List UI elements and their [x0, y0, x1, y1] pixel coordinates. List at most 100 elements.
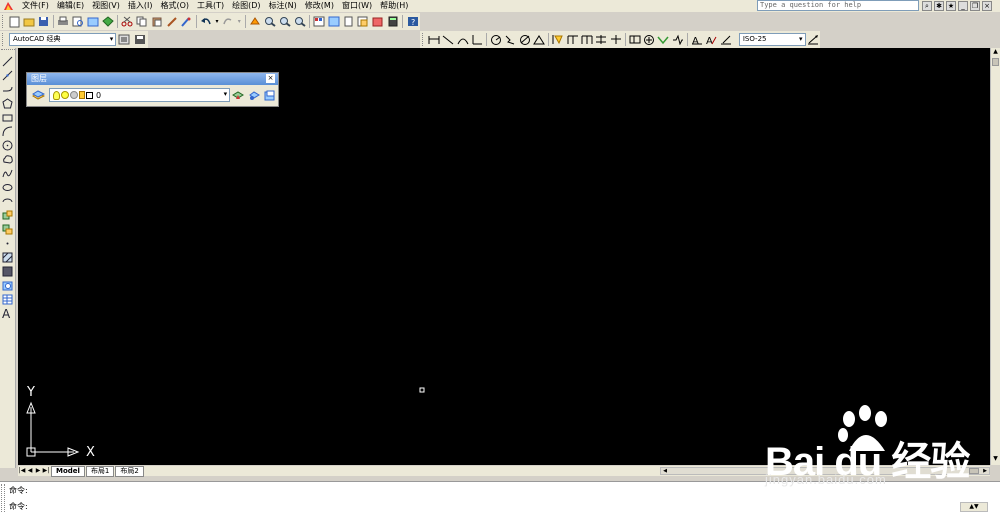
table-icon[interactable] [1, 293, 15, 305]
layer-color-swatch[interactable] [85, 91, 93, 99]
scroll-up-icon[interactable]: ▲ [991, 48, 1000, 58]
layer-thaw-icon[interactable] [60, 91, 69, 99]
dim-update-icon[interactable] [720, 33, 732, 47]
scroll-thumb[interactable] [992, 58, 999, 66]
angular-dim-icon[interactable] [533, 33, 545, 47]
minimize-icon[interactable]: _ [958, 1, 968, 11]
circle-icon[interactable] [1, 139, 15, 151]
aligned-dim-icon[interactable] [442, 33, 454, 47]
help-icon[interactable]: ? [406, 15, 419, 29]
hatch-icon[interactable] [1, 251, 15, 263]
workspace-select[interactable]: AutoCAD 经典 ▾ [8, 33, 117, 46]
dimstyle-select[interactable]: ISO-25 ▾ [738, 33, 806, 46]
layer-manager-icon[interactable] [32, 88, 46, 102]
menu-edit[interactable]: 编辑(E) [53, 0, 88, 12]
undo-icon[interactable] [200, 15, 213, 29]
menu-tools[interactable]: 工具(T) [193, 0, 228, 12]
menu-insert[interactable]: 插入(I) [124, 0, 157, 12]
revision-cloud-icon[interactable] [1, 153, 15, 165]
tab-model[interactable]: Model [51, 465, 85, 477]
save-icon[interactable] [37, 15, 50, 29]
search-icon[interactable]: ⌕ [922, 1, 932, 11]
design-center-icon[interactable] [328, 15, 341, 29]
tolerance-icon[interactable] [629, 33, 641, 47]
arc-length-icon[interactable] [456, 33, 469, 47]
region-icon[interactable] [1, 279, 15, 291]
scroll-left-icon[interactable]: ◀ [661, 468, 669, 474]
pan-realtime-icon[interactable] [249, 15, 262, 29]
tool-palettes-icon[interactable] [342, 15, 355, 29]
toolbar-grip[interactable] [0, 49, 15, 53]
multiline-text-icon[interactable]: A [1, 307, 15, 319]
print-icon[interactable] [57, 15, 70, 29]
copy-icon[interactable] [136, 15, 149, 29]
calculator-icon[interactable] [387, 15, 400, 29]
menu-dimension[interactable]: 标注(N) [265, 0, 301, 12]
layer-viewport-icon[interactable] [69, 91, 78, 99]
toolbar-grip[interactable] [2, 15, 5, 28]
layer-on-icon[interactable] [52, 90, 60, 100]
baseline-dim-icon[interactable] [566, 33, 578, 47]
arc-icon[interactable] [1, 125, 15, 137]
dim-text-edit-icon[interactable]: A [705, 33, 717, 47]
layer-states-icon[interactable] [263, 88, 277, 102]
zoom-window-icon[interactable] [278, 15, 291, 29]
linear-dim-icon[interactable] [428, 33, 440, 47]
line-icon[interactable] [1, 55, 15, 67]
communication-icon[interactable]: ✱ [934, 1, 944, 11]
tab-prev-icon[interactable]: ◀ [26, 467, 34, 475]
dim-edit-icon[interactable]: A [691, 33, 703, 47]
zoom-previous-icon[interactable] [293, 15, 306, 29]
autocad-logo-icon[interactable] [2, 1, 14, 12]
menu-draw[interactable]: 绘图(D) [228, 0, 264, 12]
spline-icon[interactable] [1, 167, 15, 179]
properties-icon[interactable] [313, 15, 326, 29]
workspace-settings-icon[interactable] [117, 33, 131, 47]
dim-break-icon[interactable] [609, 33, 621, 47]
menu-window[interactable]: 窗口(W) [338, 0, 376, 12]
rectangle-icon[interactable] [1, 111, 15, 123]
menu-file[interactable]: 文件(F) [18, 0, 53, 12]
close-icon[interactable]: × [266, 74, 275, 83]
block-editor-icon[interactable] [180, 15, 193, 29]
dimstyle-manager-icon[interactable] [807, 33, 819, 47]
redo-dropdown-icon[interactable]: ▾ [237, 15, 242, 29]
center-mark-icon[interactable] [643, 33, 655, 47]
menu-view[interactable]: 视图(V) [88, 0, 124, 12]
polygon-icon[interactable] [1, 97, 15, 109]
undo-dropdown-icon[interactable]: ▾ [214, 15, 219, 29]
cut-icon[interactable] [121, 15, 134, 29]
tab-next-icon[interactable]: ▶ [34, 467, 42, 475]
inspect-icon[interactable] [657, 33, 670, 47]
redo-icon[interactable] [222, 15, 235, 29]
dim-space-icon[interactable] [595, 33, 607, 47]
ordinate-dim-icon[interactable] [471, 33, 483, 47]
tab-first-icon[interactable]: |◀ [18, 467, 26, 475]
construction-line-icon[interactable] [1, 69, 15, 81]
paste-icon[interactable] [150, 15, 163, 29]
command-window-grip[interactable] [1, 484, 5, 512]
jogged-linear-icon[interactable] [672, 33, 684, 47]
open-folder-icon[interactable] [23, 15, 36, 29]
insert-block-icon[interactable] [1, 209, 15, 221]
layer-select[interactable]: 0 ▾ [48, 88, 231, 102]
toolbar-grip[interactable] [2, 33, 5, 46]
gradient-icon[interactable] [1, 265, 15, 277]
plot-preview-icon[interactable] [72, 15, 85, 29]
workspace-save-icon[interactable] [133, 33, 147, 47]
ellipse-arc-icon[interactable] [1, 195, 15, 207]
layer-unlock-icon[interactable] [78, 91, 85, 99]
jogged-dim-icon[interactable] [504, 33, 516, 47]
markup-set-icon[interactable] [372, 15, 385, 29]
polyline-icon[interactable] [1, 83, 15, 95]
make-block-icon[interactable] [1, 223, 15, 235]
zoom-realtime-icon[interactable] [264, 15, 277, 29]
diameter-dim-icon[interactable] [519, 33, 531, 47]
menu-format[interactable]: 格式(O) [156, 0, 193, 12]
match-properties-icon[interactable] [165, 15, 178, 29]
sheet-set-icon[interactable] [357, 15, 370, 29]
continue-dim-icon[interactable] [581, 33, 593, 47]
help-search-input[interactable]: Type a question for help [757, 0, 919, 11]
tab-layout2[interactable]: 布局2 [115, 465, 144, 477]
publish-icon[interactable] [86, 15, 99, 29]
